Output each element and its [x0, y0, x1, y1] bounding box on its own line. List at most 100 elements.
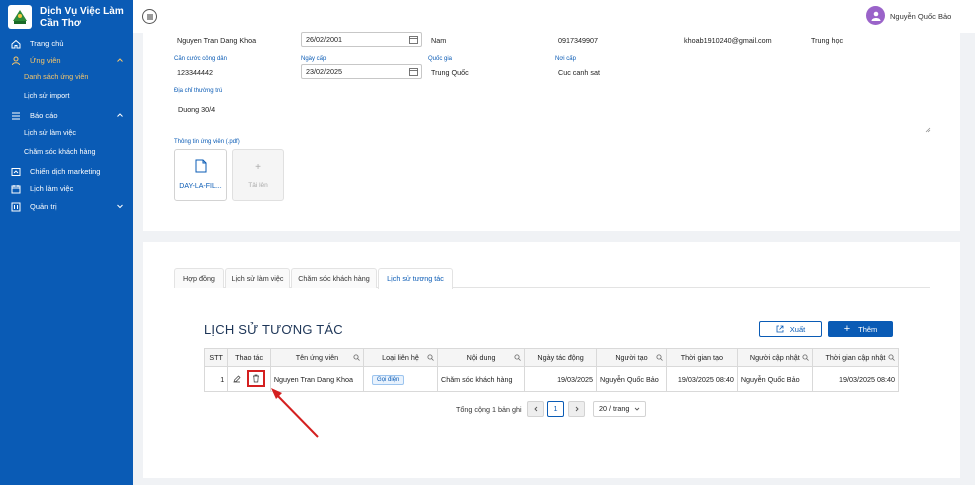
- tab-work-history[interactable]: Lịch sử làm việc: [225, 268, 290, 288]
- chevron-left-icon: [533, 406, 537, 412]
- prev-page-button[interactable]: [527, 401, 544, 417]
- pdf-label: Thông tin ứng viên (.pdf): [174, 139, 240, 145]
- col-header-creator[interactable]: Người tạo: [596, 348, 667, 367]
- tab-interaction-history[interactable]: Lịch sử tương tác: [378, 268, 453, 289]
- chevron-down-icon: [634, 407, 640, 411]
- next-page-button[interactable]: [568, 401, 585, 417]
- page-size-select[interactable]: 20 / trang: [593, 401, 646, 417]
- sidebar-item-reports[interactable]: Báo cáo: [0, 107, 133, 124]
- add-label: Thêm: [858, 324, 878, 334]
- cell-creator: Nguyễn Quốc Bảo: [596, 366, 667, 392]
- cell-contact-type: Gọi điện: [363, 366, 438, 392]
- menu-toggle-button[interactable]: [142, 9, 157, 24]
- sidebar-item-schedule[interactable]: Lịch làm việc: [0, 180, 133, 197]
- col-header-candidate[interactable]: Tên ứng viên: [269, 348, 365, 367]
- export-icon: [776, 325, 784, 333]
- education-value: Trung học: [811, 36, 844, 45]
- issue-place-value: Cuc canh sat: [558, 68, 600, 77]
- plus-icon: +: [255, 162, 261, 173]
- brand[interactable]: Dịch Vụ Việc Làm Cần Thơ: [8, 5, 130, 31]
- sidebar: Dịch Vụ Việc Làm Cần Thơ Trang chủ Ứng v…: [0, 0, 133, 485]
- sidebar-item-home[interactable]: Trang chủ: [0, 35, 133, 52]
- sidebar-item-candidate-list[interactable]: Danh sách ứng viên: [0, 69, 133, 85]
- add-button[interactable]: + Thêm: [828, 321, 893, 337]
- sidebar-item-marketing[interactable]: Chiến dịch marketing: [0, 163, 133, 180]
- calendar-icon: [409, 68, 418, 76]
- trash-icon: [253, 374, 260, 383]
- search-icon[interactable]: [802, 354, 809, 361]
- sidebar-item-admin[interactable]: Quản trị: [0, 198, 133, 215]
- export-label: Xuất: [789, 324, 806, 334]
- cell-action-date: 19/03/2025: [524, 366, 598, 392]
- nationality-value: Trung Quốc: [431, 68, 469, 77]
- dob-input[interactable]: 26/02/2001: [301, 32, 422, 47]
- search-icon[interactable]: [427, 354, 434, 361]
- col-header-contact-type[interactable]: Loại liên hệ: [363, 348, 438, 367]
- cell-updated-at: 19/03/2025 08:40: [811, 366, 900, 392]
- export-button[interactable]: Xuất: [759, 321, 822, 337]
- cell-content: Chăm sóc khách hàng: [436, 366, 526, 392]
- address-textarea[interactable]: Duong 30/4: [175, 97, 931, 133]
- col-header-label: Tên ứng viên: [295, 353, 339, 362]
- sidebar-item-candidates[interactable]: Ứng viên: [0, 52, 133, 69]
- col-header-label: Thời gian cập nhật: [825, 353, 886, 362]
- col-header-actions: Thao tác: [227, 348, 271, 367]
- logo-icon: [13, 10, 27, 24]
- search-icon[interactable]: [656, 354, 663, 361]
- nationality-label: Quốc gia: [428, 56, 453, 62]
- col-header-label: Người tạo: [615, 353, 648, 362]
- sidebar-item-label: Chiến dịch marketing: [30, 167, 101, 176]
- admin-icon: [10, 201, 22, 213]
- address-label: Địa chỉ thường trú: [174, 88, 223, 94]
- brand-name: Dịch Vụ Việc Làm Cần Thơ: [40, 6, 124, 29]
- dob-value: 26/02/2001: [306, 35, 342, 44]
- page-number[interactable]: 1: [547, 401, 564, 417]
- tab-customer-care[interactable]: Chăm sóc khách hàng: [291, 268, 377, 288]
- issue-date-input[interactable]: 23/02/2025: [301, 64, 422, 79]
- search-icon[interactable]: [888, 354, 895, 361]
- col-header-action-date: Ngày tác động: [524, 348, 598, 367]
- search-icon[interactable]: [353, 354, 360, 361]
- calendar-icon: [409, 36, 418, 44]
- col-header-content[interactable]: Nội dung: [436, 348, 526, 367]
- resize-handle-icon[interactable]: [925, 127, 931, 133]
- col-header-label: Nội dung: [466, 353, 496, 362]
- logo: [8, 5, 32, 29]
- col-header-updated-at[interactable]: Thời gian cập nhật: [811, 348, 900, 367]
- avatar[interactable]: [866, 6, 885, 25]
- calendar-icon: [10, 183, 22, 195]
- chevron-down-icon: [117, 204, 123, 209]
- gender-value: Nam: [431, 36, 447, 45]
- upload-button[interactable]: + Tải lên: [232, 149, 284, 201]
- user-name[interactable]: Nguyễn Quốc Bảo: [890, 12, 951, 21]
- file-icon: [195, 159, 207, 173]
- sidebar-item-work-history[interactable]: Lịch sử làm việc: [0, 125, 133, 141]
- delete-button[interactable]: [247, 370, 266, 387]
- table-header-row: STT Thao tác Tên ứng viên Loại liên hệ N…: [203, 348, 900, 367]
- user-icon: [10, 55, 22, 67]
- file-name: DAY-LA-FIL...: [179, 183, 222, 190]
- edit-icon[interactable]: [233, 375, 241, 383]
- tab-contract[interactable]: Hợp đồng: [174, 268, 224, 288]
- uploaded-file[interactable]: DAY-LA-FIL...: [174, 149, 227, 201]
- issue-date-value: 23/02/2025: [306, 67, 342, 76]
- sidebar-item-customer-care[interactable]: Chăm sóc khách hàng: [0, 144, 133, 160]
- sidebar-item-import-history[interactable]: Lịch sử import: [0, 88, 133, 104]
- chevron-up-icon: [117, 58, 123, 62]
- row-actions: [231, 368, 267, 391]
- cell-stt: 1: [203, 366, 229, 392]
- list-icon: [10, 110, 22, 122]
- id-value: 123344442: [177, 68, 213, 77]
- email-value: khoab1910240@gmail.com: [684, 36, 772, 45]
- chevron-up-icon: [117, 113, 123, 117]
- search-icon[interactable]: [514, 354, 521, 361]
- hamburger-icon: [146, 14, 153, 19]
- sidebar-item-label: Báo cáo: [30, 111, 58, 120]
- candidate-name-value: Nguyen Tran Dang Khoa: [177, 36, 257, 45]
- top-header: Nguyễn Quốc Bảo: [133, 0, 975, 33]
- page-size-value: 20 / trang: [599, 404, 630, 413]
- col-header-label: Loại liên hệ: [382, 353, 419, 362]
- home-icon: [10, 38, 22, 50]
- issue-place-label: Nơi cấp: [555, 56, 576, 62]
- col-header-updater[interactable]: Người cập nhật: [736, 348, 813, 367]
